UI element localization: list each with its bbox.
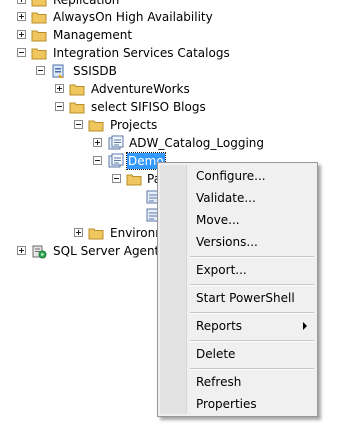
tree-node-label: Projects <box>110 118 158 132</box>
menu-item-validate[interactable]: Validate... <box>160 187 315 209</box>
menu-separator <box>190 312 314 314</box>
folder-icon <box>31 0 47 7</box>
context-menu: Configure... Validate... Move... Version… <box>157 162 318 417</box>
menu-item-reports[interactable]: Reports <box>160 315 315 337</box>
collapse-icon[interactable] <box>55 102 64 111</box>
tree-node-alwayson[interactable]: AlwaysOn High Availability <box>0 8 300 26</box>
folder-icon <box>69 84 85 96</box>
menu-item-label: Start PowerShell <box>196 291 295 305</box>
ssis-catalog-icon <box>52 64 64 78</box>
expand-icon[interactable] <box>55 84 64 93</box>
collapse-icon[interactable] <box>17 48 26 57</box>
folder-icon <box>69 102 85 114</box>
menu-separator <box>190 256 314 258</box>
expand-icon[interactable] <box>74 228 83 237</box>
tree-node-adw-catalog-logging[interactable]: ADW_Catalog_Logging <box>0 134 300 152</box>
tree-node-label: Replication <box>53 0 120 7</box>
submenu-arrow-icon <box>303 322 307 330</box>
menu-item-delete[interactable]: Delete <box>160 343 315 365</box>
expand-icon[interactable] <box>17 246 26 255</box>
tree-node-ssisdb[interactable]: SSISDB <box>0 62 300 80</box>
menu-item-label: Delete <box>196 347 236 361</box>
tree-node-label: AlwaysOn High Availability <box>53 10 213 24</box>
folder-icon <box>126 174 142 186</box>
folder-icon <box>31 12 47 24</box>
tree-node-adventureworks[interactable]: AdventureWorks <box>0 80 300 98</box>
menu-item-move[interactable]: Move... <box>160 209 315 231</box>
menu-separator <box>190 284 314 286</box>
tree-node-label: select SIFISO Blogs <box>91 100 206 114</box>
menu-item-label: Configure... <box>196 169 266 183</box>
tree-node-projects[interactable]: Projects <box>0 116 300 134</box>
collapse-icon[interactable] <box>112 174 121 183</box>
menu-item-refresh[interactable]: Refresh <box>160 371 315 393</box>
menu-item-label: Validate... <box>196 191 256 205</box>
tree-node-label: Management <box>53 28 133 42</box>
menu-item-label: Export... <box>196 263 247 277</box>
tree-node-environments[interactable]: Environm <box>0 224 167 242</box>
folder-icon <box>31 30 47 42</box>
expand-icon[interactable] <box>17 0 26 4</box>
sql-agent-icon <box>32 245 47 259</box>
tree-node-label: ADW_Catalog_Logging <box>129 136 265 150</box>
tree-node-sifiso-blogs[interactable]: select SIFISO Blogs <box>0 98 300 116</box>
folder-icon <box>88 120 104 132</box>
menu-item-configure[interactable]: Configure... <box>160 165 315 187</box>
tree-node-packages[interactable]: Pa <box>0 170 161 188</box>
expand-icon[interactable] <box>93 138 102 147</box>
collapse-icon[interactable] <box>93 156 102 165</box>
tree-node-demo[interactable]: Demo <box>0 152 166 170</box>
project-icon <box>108 135 124 150</box>
tree-node-integration-services-catalogs[interactable]: Integration Services Catalogs <box>0 44 300 62</box>
menu-item-versions[interactable]: Versions... <box>160 231 315 253</box>
tree-node-sql-server-agent[interactable]: SQL Server Agent <box>0 242 160 260</box>
menu-item-label: Refresh <box>196 375 242 389</box>
folder-icon <box>88 228 104 240</box>
tree-node-management[interactable]: Management <box>0 26 300 44</box>
collapse-icon[interactable] <box>36 66 45 75</box>
expand-icon[interactable] <box>17 30 26 39</box>
menu-item-properties[interactable]: Properties <box>160 393 315 415</box>
folder-icon <box>31 48 47 60</box>
menu-item-label: Versions... <box>196 235 258 249</box>
project-icon <box>108 153 124 168</box>
tree-node-label: SSISDB <box>73 64 117 78</box>
expand-icon[interactable] <box>17 12 26 21</box>
tree-node-label: SQL Server Agent <box>53 244 160 258</box>
menu-item-label: Reports <box>196 319 243 333</box>
collapse-icon[interactable] <box>74 120 83 129</box>
menu-item-start-powershell[interactable]: Start PowerShell <box>160 287 315 309</box>
menu-separator <box>190 340 314 342</box>
menu-item-label: Move... <box>196 213 240 227</box>
menu-separator <box>190 368 314 370</box>
tree-node-label: AdventureWorks <box>91 82 190 96</box>
menu-item-label: Properties <box>196 397 257 411</box>
tree-node-package-1[interactable] <box>0 188 160 206</box>
tree-node-label: Integration Services Catalogs <box>53 46 230 60</box>
menu-item-export[interactable]: Export... <box>160 259 315 281</box>
tree-node-package-2[interactable] <box>0 206 160 224</box>
